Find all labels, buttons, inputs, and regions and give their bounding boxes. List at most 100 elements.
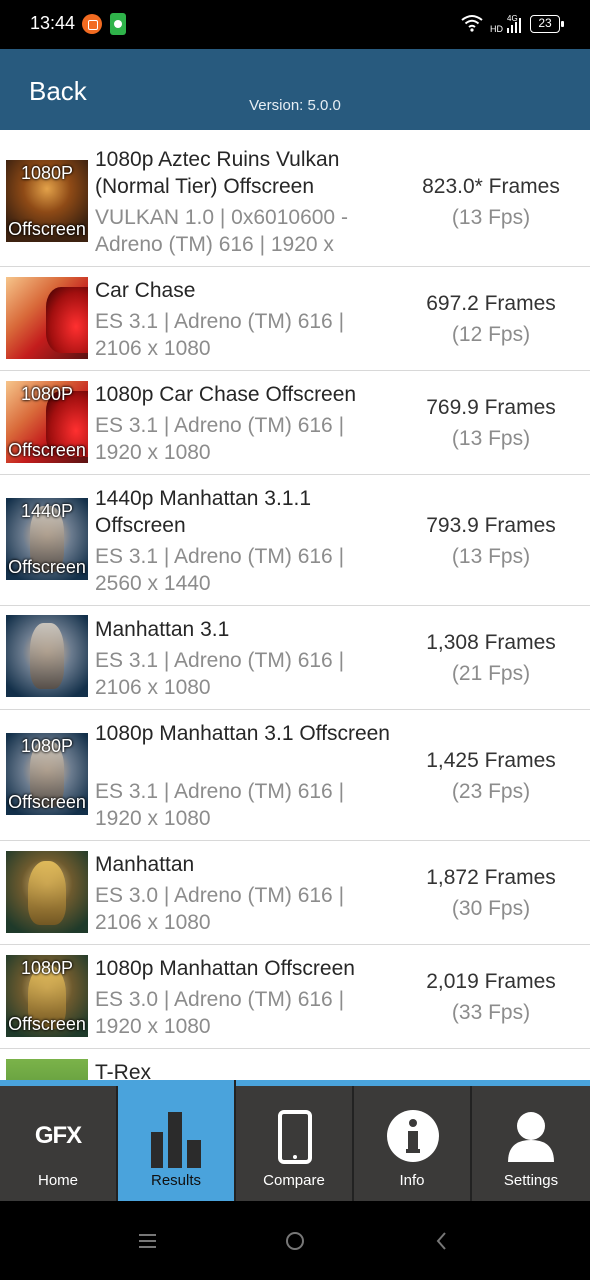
test-score: 793.9 Frames (13 Fps) xyxy=(395,510,587,572)
signal-icon: HD 4G xyxy=(490,14,521,34)
test-meta: ES 3.0 | Adreno (TM) 616 | 1920 x 1080 xyxy=(95,988,345,1038)
bar-chart-icon xyxy=(151,1112,201,1168)
frames-value: 697.2 Frames xyxy=(426,292,556,315)
results-list[interactable]: 1080P Offscreen 1080p Aztec Ruins Vulkan… xyxy=(0,130,590,1080)
tab-label: Compare xyxy=(263,1172,325,1189)
result-row[interactable]: 1080P Offscreen 1080p Manhattan Offscree… xyxy=(0,945,590,1049)
test-title: Manhattan xyxy=(95,853,195,876)
resolution-badge: 1080P xyxy=(20,163,74,183)
test-title: 1080p Car Chase Offscreen xyxy=(95,383,357,406)
result-row[interactable]: Manhattan ES 3.0 | Adreno (TM) 616 | 210… xyxy=(0,841,590,945)
fps-value: (21 Fps) xyxy=(451,662,531,685)
resolution-badge: 1080P xyxy=(20,384,74,404)
fps-value: (13 Fps) xyxy=(451,427,531,450)
manhattan-31-thumbnail: 1440P Offscreen xyxy=(6,498,88,580)
test-title: 1080p Aztec Ruins Vulkan (Normal Tier) O… xyxy=(95,148,340,198)
result-row[interactable]: 1080P Offscreen 1080p Manhattan 3.1 Offs… xyxy=(0,710,590,841)
system-nav-bar xyxy=(0,1201,590,1280)
resolution-badge: 1080P xyxy=(20,736,74,756)
test-title: 1440p Manhattan 3.1.1 Offscreen xyxy=(95,487,312,537)
frames-value: 2,019 Frames xyxy=(426,970,556,993)
app-header: Back Version: 5.0.0 xyxy=(0,49,590,130)
status-bar: 13:44 HD 4G 23 xyxy=(0,0,590,49)
shield-icon xyxy=(110,13,126,35)
tab-settings[interactable]: Settings xyxy=(472,1086,590,1201)
test-score: 823.0* Frames (13 Fps) xyxy=(395,171,587,233)
test-score: 1,308 Frames (21 Fps) xyxy=(395,627,587,689)
svg-text:HD: HD xyxy=(490,24,503,34)
fps-value: (13 Fps) xyxy=(451,206,531,229)
manhattan-31-thumbnail xyxy=(6,615,88,697)
wifi-icon xyxy=(461,15,483,32)
offscreen-badge: Offscreen xyxy=(8,792,86,812)
frames-value: 793.9 Frames xyxy=(426,514,556,537)
notification-app-icon xyxy=(82,14,102,34)
test-score: 1,425 Frames (23 Fps) xyxy=(395,745,587,807)
tab-label: Results xyxy=(150,1172,202,1189)
result-row[interactable]: T-Rex xyxy=(0,1049,590,1080)
result-row[interactable]: 1080P Offscreen 1080p Car Chase Offscree… xyxy=(0,371,590,475)
home-circle-icon[interactable] xyxy=(283,1229,307,1253)
test-title: Manhattan 3.1 xyxy=(95,618,230,641)
test-score: 1,872 Frames (30 Fps) xyxy=(395,862,587,924)
offscreen-badge: Offscreen xyxy=(8,1014,86,1034)
frames-value: 1,308 Frames xyxy=(426,631,556,654)
tab-info[interactable]: Info xyxy=(354,1086,472,1201)
test-score: 697.2 Frames (12 Fps) xyxy=(395,288,587,350)
tab-label: Info xyxy=(399,1172,425,1189)
user-icon xyxy=(508,1112,554,1162)
fps-value: (13 Fps) xyxy=(451,545,531,568)
fps-value: (23 Fps) xyxy=(451,780,531,803)
offscreen-badge: Offscreen xyxy=(8,440,86,460)
tab-compare[interactable]: Compare xyxy=(236,1086,354,1201)
test-meta: ES 3.1 | Adreno (TM) 616 | 2106 x 1080 xyxy=(95,649,345,699)
car-chase-thumbnail xyxy=(6,277,88,359)
result-row[interactable]: Manhattan 3.1 ES 3.1 | Adreno (TM) 616 |… xyxy=(0,606,590,710)
manhattan-31-thumbnail: 1080P Offscreen xyxy=(6,733,88,815)
test-title: Car Chase xyxy=(95,279,196,302)
test-title: T-Rex xyxy=(95,1061,152,1080)
test-meta: VULKAN 1.0 | 0x6010600 - Adreno (TM) 616… xyxy=(95,206,348,256)
fps-value: (12 Fps) xyxy=(451,323,531,346)
result-row[interactable]: 1440P Offscreen 1440p Manhattan 3.1.1 Of… xyxy=(0,475,590,606)
info-icon xyxy=(387,1110,439,1162)
menu-icon[interactable] xyxy=(136,1231,160,1251)
frames-value: 823.0* Frames xyxy=(422,175,560,198)
tab-label: Settings xyxy=(503,1172,559,1189)
test-meta: ES 3.1 | Adreno (TM) 616 | 1920 x 1080 xyxy=(95,414,345,464)
phone-icon xyxy=(278,1110,312,1164)
frames-value: 769.9 Frames xyxy=(426,396,556,419)
back-chevron-icon[interactable] xyxy=(430,1229,454,1253)
frames-value: 1,425 Frames xyxy=(426,749,556,772)
tab-label: Home xyxy=(37,1172,78,1189)
bottom-tab-bar: GFX Home Results Compare Info Settings xyxy=(0,1080,590,1201)
battery-icon: 23 xyxy=(530,15,564,33)
manhattan-thumbnail: 1080P Offscreen xyxy=(6,955,88,1037)
fps-value: (33 Fps) xyxy=(451,1001,531,1024)
test-meta: ES 3.0 | Adreno (TM) 616 | 2106 x 1080 xyxy=(95,884,345,934)
test-title: 1080p Manhattan Offscreen xyxy=(95,957,355,980)
version-label: Version: 5.0.0 xyxy=(249,97,341,114)
test-score: 769.9 Frames (13 Fps) xyxy=(395,392,587,454)
gfx-logo-icon: GFX xyxy=(34,1122,82,1149)
tab-results[interactable]: Results xyxy=(118,1080,236,1201)
test-title: 1080p Manhattan 3.1 Offscreen xyxy=(95,722,390,745)
frames-value: 1,872 Frames xyxy=(426,866,556,889)
car-chase-thumbnail: 1080P Offscreen xyxy=(6,381,88,463)
test-meta: ES 3.1 | Adreno (TM) 616 | 2106 x 1080 xyxy=(95,310,345,360)
tab-home[interactable]: GFX Home xyxy=(0,1086,118,1201)
test-score: 2,019 Frames (33 Fps) xyxy=(395,966,587,1028)
trex-thumbnail xyxy=(6,1059,88,1080)
test-meta: ES 3.1 | Adreno (TM) 616 | 2560 x 1440 xyxy=(95,545,345,595)
resolution-badge: 1080P xyxy=(20,958,74,978)
resolution-badge: 1440P xyxy=(20,501,74,521)
svg-text:4G: 4G xyxy=(507,14,518,23)
offscreen-badge: Offscreen xyxy=(8,557,86,577)
offscreen-badge: Offscreen xyxy=(8,219,86,239)
aztec-ruins-thumbnail: 1080P Offscreen xyxy=(6,160,88,242)
result-row[interactable]: Car Chase ES 3.1 | Adreno (TM) 616 | 210… xyxy=(0,267,590,371)
result-row[interactable]: 1080P Offscreen 1080p Aztec Ruins Vulkan… xyxy=(0,136,590,267)
test-meta: ES 3.1 | Adreno (TM) 616 | 1920 x 1080 xyxy=(95,780,345,830)
manhattan-thumbnail xyxy=(6,851,88,933)
status-time: 13:44 xyxy=(30,13,76,33)
